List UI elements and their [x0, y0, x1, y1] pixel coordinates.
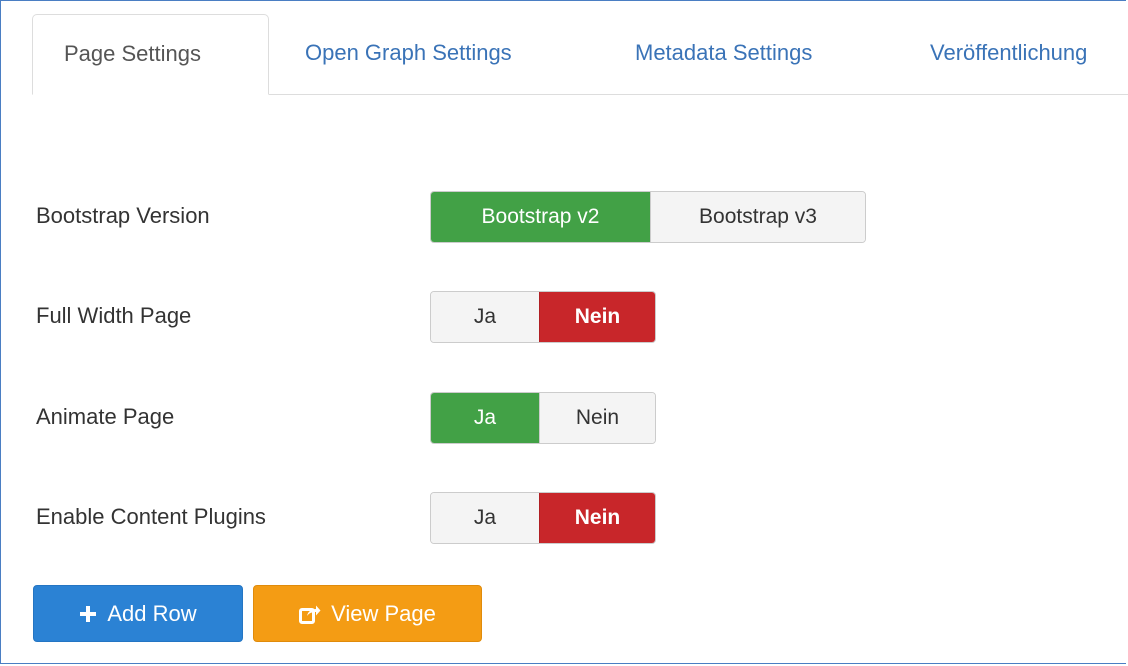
tab-open-graph-settings[interactable]: Open Graph Settings: [274, 14, 543, 94]
enable-content-plugins-nein-option[interactable]: Nein: [539, 493, 655, 543]
external-link-icon: [299, 604, 321, 624]
bootstrap-v3-option[interactable]: Bootstrap v3: [650, 192, 865, 242]
full-width-page-label: Full Width Page: [36, 303, 192, 328]
tab-page-settings[interactable]: Page Settings: [32, 14, 269, 95]
bootstrap-version-toggle: Bootstrap v2 Bootstrap v3: [430, 191, 866, 243]
animate-page-nein-option[interactable]: Nein: [539, 393, 655, 443]
view-page-label: View Page: [331, 600, 436, 626]
enable-content-plugins-label: Enable Content Plugins: [36, 504, 266, 529]
animate-page-label: Animate Page: [36, 404, 175, 429]
tab-metadata-settings[interactable]: Metadata Settings: [604, 14, 843, 94]
bootstrap-v2-option[interactable]: Bootstrap v2: [431, 192, 650, 242]
add-row-button[interactable]: Add Row: [33, 585, 243, 642]
full-width-page-ja-option[interactable]: Ja: [431, 292, 539, 342]
plus-icon: [79, 605, 97, 623]
animate-page-ja-option[interactable]: Ja: [431, 393, 539, 443]
tab-veroeffentlichung[interactable]: Veröffentlichung: [899, 14, 1118, 94]
full-width-page-toggle: Ja Nein: [430, 291, 656, 343]
full-width-page-nein-option[interactable]: Nein: [539, 292, 655, 342]
bootstrap-version-label: Bootstrap Version: [36, 203, 210, 228]
view-page-button[interactable]: View Page: [253, 585, 482, 642]
add-row-label: Add Row: [107, 600, 197, 626]
enable-content-plugins-ja-option[interactable]: Ja: [431, 493, 539, 543]
settings-tabs: Page Settings Open Graph Settings Metada…: [32, 14, 1128, 95]
animate-page-toggle: Ja Nein: [430, 392, 656, 444]
enable-content-plugins-toggle: Ja Nein: [430, 492, 656, 544]
